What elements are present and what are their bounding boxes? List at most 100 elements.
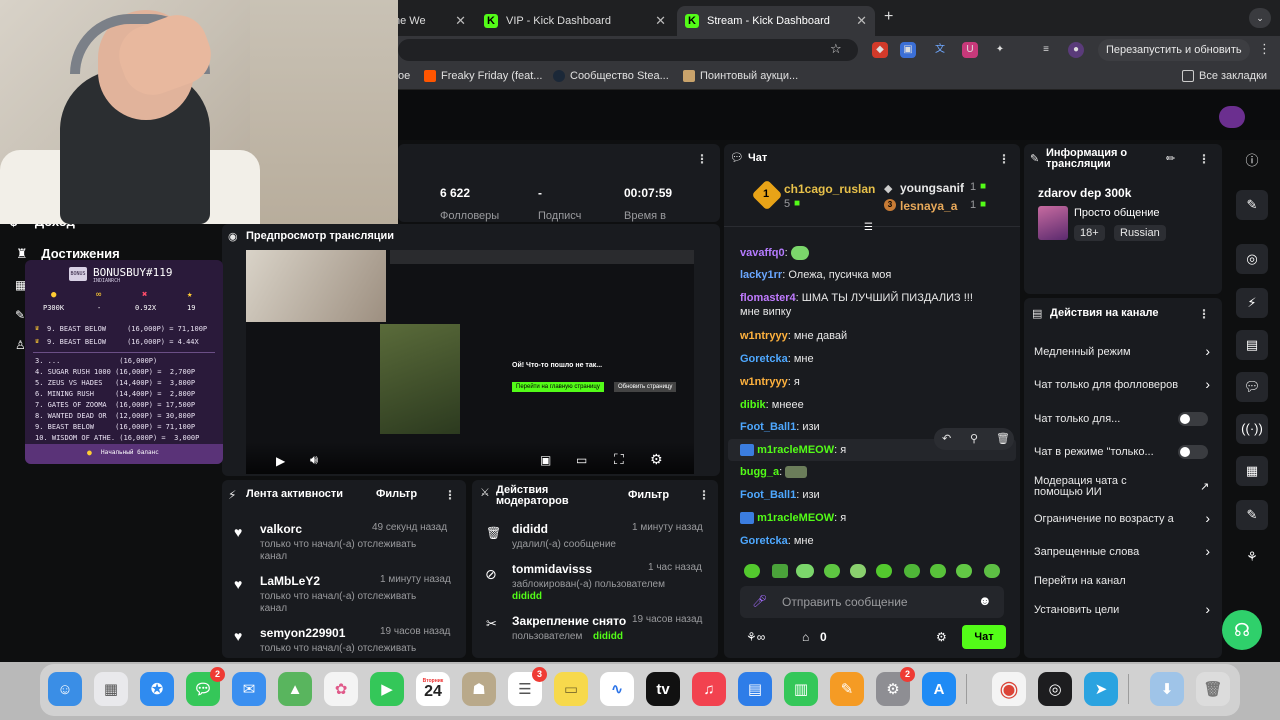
microphone-icon[interactable]: 🎤︎ bbox=[752, 594, 767, 608]
tab-search-icon[interactable]: ⌄ bbox=[1249, 8, 1271, 28]
chevron-right-icon[interactable]: › bbox=[1205, 543, 1210, 559]
edit-sidebar-icon[interactable]: ✎ bbox=[1236, 190, 1268, 220]
volume-icon[interactable]: 🔊︎ bbox=[310, 452, 318, 468]
emote-icon[interactable] bbox=[744, 564, 760, 578]
extension-translate-icon[interactable]: 文 bbox=[932, 42, 948, 58]
channel-actions-menu-icon[interactable]: ⋮ bbox=[1198, 307, 1210, 321]
chat-username[interactable]: Foot_Ball1 bbox=[740, 489, 796, 501]
facetime-icon[interactable]: ▶ bbox=[370, 672, 404, 706]
chrome-icon[interactable]: ◉ bbox=[992, 672, 1026, 706]
emote-icon[interactable] bbox=[904, 564, 920, 578]
emote-icon[interactable] bbox=[876, 564, 892, 578]
chat-message[interactable]: vavaffq0: bbox=[740, 246, 809, 260]
numbers-icon[interactable]: ▥ bbox=[784, 672, 818, 706]
delete-icon[interactable]: 🗑︎ bbox=[996, 432, 1010, 445]
play-icon[interactable]: ▶ bbox=[276, 454, 285, 468]
chevron-right-icon[interactable]: › bbox=[1205, 343, 1210, 359]
chat-username[interactable]: m1racleMEOW bbox=[757, 512, 834, 524]
set-goals-action[interactable]: Установить цели bbox=[1034, 604, 1119, 616]
chevron-right-icon[interactable]: › bbox=[1205, 601, 1210, 617]
chat-username[interactable]: Goretcka bbox=[740, 353, 788, 365]
collapse-icon[interactable]: ☰ bbox=[864, 222, 873, 233]
chat-message[interactable]: w1ntryyy: мне давай bbox=[740, 330, 847, 342]
tab-stream-dashboard[interactable]: K Stream - Kick Dashboard ✕ bbox=[677, 6, 875, 36]
bookmark-auction[interactable]: Поинтовый аукци... bbox=[683, 70, 798, 82]
close-icon[interactable]: ✕ bbox=[655, 13, 666, 29]
tab-1[interactable]: ne We ✕ bbox=[386, 6, 474, 36]
emote-only-action[interactable]: Чат в режиме "только... bbox=[1034, 446, 1154, 458]
mail-icon[interactable]: ✉ bbox=[232, 672, 266, 706]
activity-menu-icon[interactable]: ⋮ bbox=[444, 488, 456, 502]
top-gifter-2[interactable]: youngsanif bbox=[900, 181, 964, 195]
chat-input[interactable]: 🎤︎ Отправить сообщение ☻ bbox=[740, 586, 1004, 618]
contacts-icon[interactable]: ☗ bbox=[462, 672, 496, 706]
star-icon[interactable]: ☆ bbox=[830, 41, 842, 57]
chevron-right-icon[interactable]: › bbox=[1205, 510, 1210, 526]
wrench-icon[interactable]: ✎ bbox=[15, 308, 25, 322]
music-icon[interactable]: ♫ bbox=[692, 672, 726, 706]
emote-icon[interactable] bbox=[850, 564, 866, 578]
extension-new-icon[interactable]: ▣ bbox=[900, 42, 916, 58]
maps-icon[interactable]: ▲ bbox=[278, 672, 312, 706]
photos-icon[interactable]: ✿ bbox=[324, 672, 358, 706]
activity-user[interactable]: LaMbLeY2 bbox=[260, 574, 320, 588]
ai-moderation-action-2[interactable]: помощью ИИ bbox=[1034, 486, 1102, 498]
chat-menu-icon[interactable]: ⋮ bbox=[998, 152, 1010, 166]
new-tab-button[interactable]: + bbox=[884, 8, 893, 26]
emote-icon[interactable] bbox=[930, 564, 946, 578]
chat-username[interactable]: Foot_Ball1 bbox=[740, 421, 796, 433]
banned-words-action[interactable]: Запрещенные слова bbox=[1034, 546, 1139, 558]
chat-message[interactable]: dibik: мнеее bbox=[740, 399, 804, 411]
trash-icon[interactable]: 🗑︎ bbox=[1196, 672, 1230, 706]
chat-message[interactable]: Goretcka: мне bbox=[740, 353, 814, 365]
apple-tv-icon[interactable]: tv bbox=[646, 672, 680, 706]
external-link-icon[interactable]: ↗ bbox=[1200, 480, 1209, 493]
settings-icon[interactable]: ⚙ bbox=[650, 451, 663, 468]
profile-avatar[interactable]: ● bbox=[1068, 42, 1084, 58]
emote-icon[interactable] bbox=[824, 564, 840, 578]
wrench-sidebar-icon[interactable]: ✎ bbox=[1236, 500, 1268, 530]
activity-filter-button[interactable]: Фильтр bbox=[376, 488, 417, 500]
emote-only-toggle[interactable] bbox=[1178, 445, 1208, 459]
telegram-icon[interactable]: ➤ bbox=[1084, 672, 1118, 706]
reminders-icon[interactable]: ☰ 3 bbox=[508, 667, 547, 706]
chat-username[interactable]: vavaffq0 bbox=[740, 247, 785, 259]
app-store-icon[interactable]: A bbox=[922, 672, 956, 706]
top-gifter-1[interactable]: ch1cago_ruslan bbox=[784, 182, 875, 196]
downloads-folder-icon[interactable]: ⬇ bbox=[1150, 672, 1184, 706]
pages-icon[interactable]: ✎ bbox=[830, 672, 864, 706]
emote-icon[interactable] bbox=[796, 564, 814, 578]
keynote-icon[interactable]: ▤ bbox=[738, 672, 772, 706]
chat-message[interactable]: Goretcka: мне bbox=[740, 535, 814, 547]
share-icon[interactable]: ⚘ bbox=[1236, 542, 1268, 572]
chat-message[interactable]: m1racleMEOW: я bbox=[740, 512, 846, 525]
messages-icon[interactable]: 💬︎ 2 bbox=[186, 667, 225, 706]
chat-username[interactable]: dibik bbox=[740, 399, 766, 411]
preview-video[interactable]: Ой! Что-то пошло не так... Перейти на гл… bbox=[246, 250, 694, 474]
stats-menu-icon[interactable]: ⋮ bbox=[696, 152, 708, 166]
extension-u-icon[interactable]: U bbox=[962, 42, 978, 58]
chat-message[interactable]: lacky1rr: Олежа, пусичка моя bbox=[740, 269, 891, 281]
support-headset-button[interactable]: ☊ bbox=[1222, 610, 1262, 650]
send-chat-button[interactable]: Чат bbox=[962, 625, 1006, 649]
bookmark-steam-community[interactable]: Сообщество Stea... bbox=[553, 70, 669, 82]
bookmark-freaky-friday[interactable]: Freaky Friday (feat... bbox=[424, 70, 542, 82]
bookmark-0[interactable]: ое bbox=[398, 70, 410, 82]
freeform-icon[interactable]: ∿ bbox=[600, 672, 634, 706]
notes-icon[interactable]: ▭ bbox=[554, 672, 588, 706]
theater-icon[interactable]: ▭ bbox=[576, 453, 587, 467]
pin-icon[interactable]: ⚲ bbox=[970, 432, 978, 445]
address-bar[interactable] bbox=[398, 39, 858, 61]
launchpad-icon[interactable]: ▦ bbox=[94, 672, 128, 706]
info-menu-icon[interactable]: ⋮ bbox=[1198, 152, 1210, 166]
layout-icon[interactable]: ▦ bbox=[1236, 456, 1268, 486]
tab-vip-dashboard[interactable]: K VIP - Kick Dashboard ✕ bbox=[476, 6, 674, 36]
chat-username[interactable]: Goretcka bbox=[740, 535, 788, 547]
relaunch-update-button[interactable]: Перезапустить и обновить bbox=[1098, 39, 1250, 61]
chat-username[interactable]: lacky1rr bbox=[740, 269, 782, 281]
emote-icon[interactable] bbox=[772, 564, 788, 578]
chat-username[interactable]: w1ntryyy bbox=[740, 330, 788, 342]
chat-message[interactable]: Foot_Ball1: изи bbox=[740, 421, 820, 433]
browser-menu-icon[interactable]: ⋮ bbox=[1258, 41, 1271, 57]
chat-message-hovered[interactable]: m1racleMEOW: я bbox=[740, 444, 846, 457]
